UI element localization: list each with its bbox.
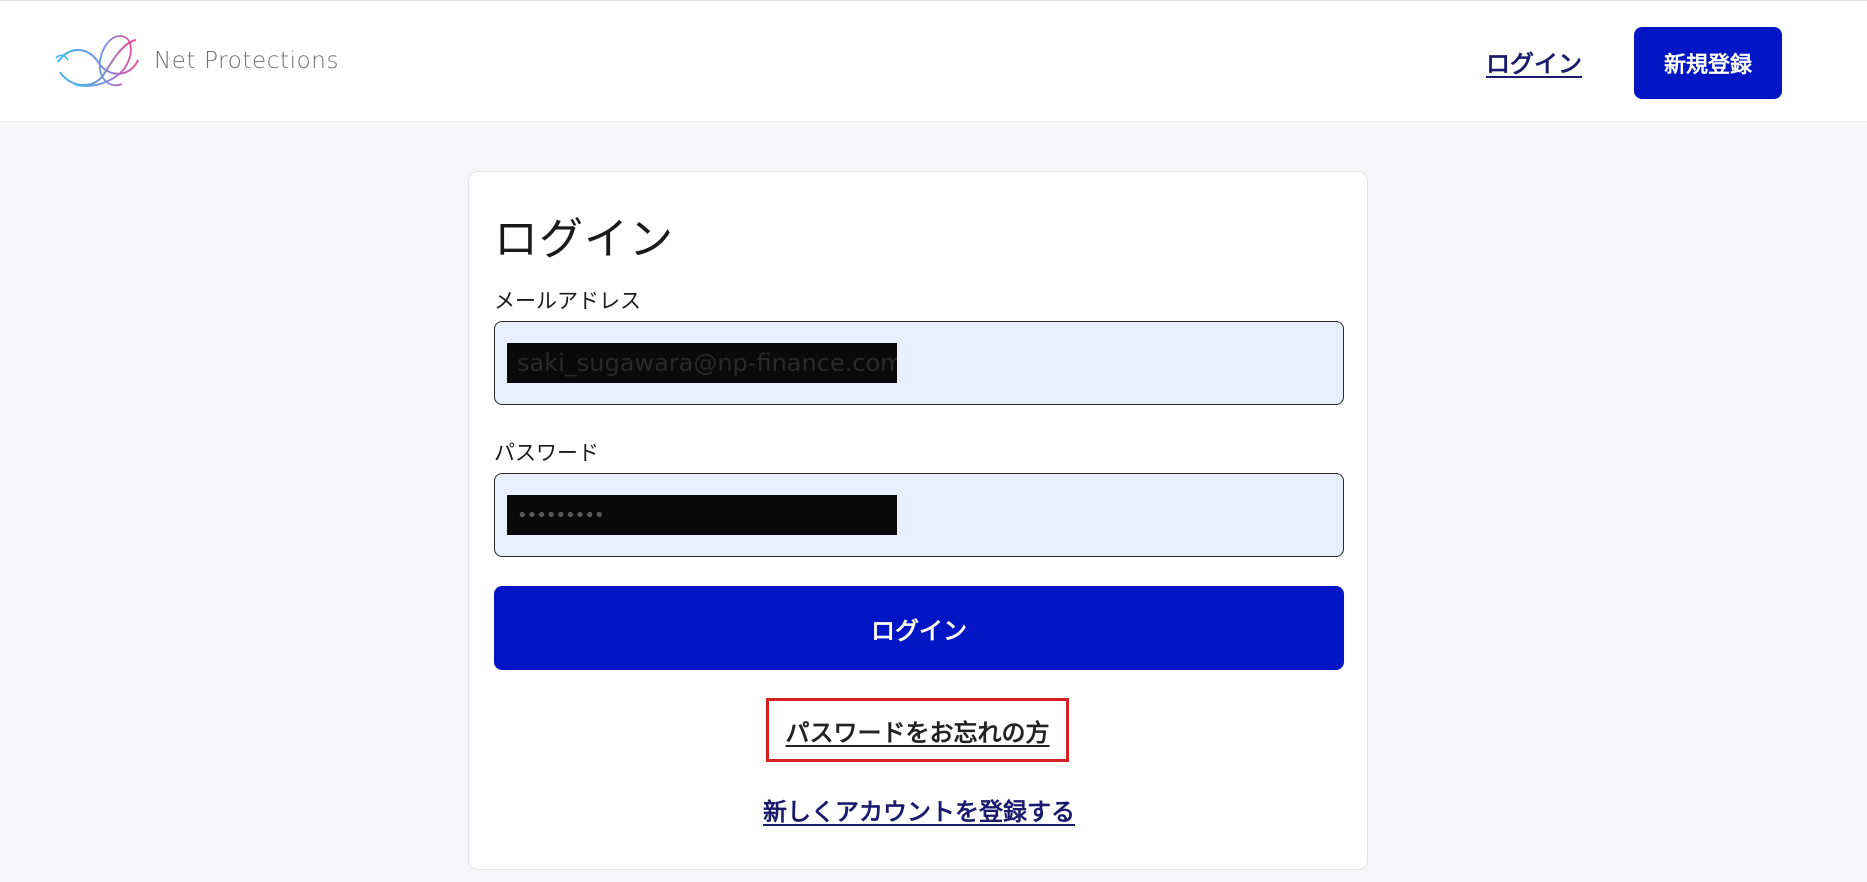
register-account-link[interactable]: 新しくアカウントを登録する <box>469 792 1369 827</box>
forgot-password-link[interactable]: パスワードをお忘れの方 <box>786 713 1050 748</box>
page-title: ログイン <box>494 214 674 265</box>
login-card: ログイン メールアドレス saki_sugawara@np-finance.co… <box>468 171 1368 870</box>
header-login-link[interactable]: ログイン <box>1486 44 1582 79</box>
top-header: Net Protections ログイン 新規登録 <box>0 0 1867 122</box>
password-value-redacted: ••••••••• <box>507 495 897 535</box>
password-field[interactable]: ••••••••• <box>494 473 1344 557</box>
email-label: メールアドレス <box>494 289 641 313</box>
forgot-password-highlight: パスワードをお忘れの方 <box>766 698 1069 762</box>
signup-button[interactable]: 新規登録 <box>1634 27 1782 99</box>
email-value-redacted: saki_sugawara@np-finance.com <box>507 343 897 383</box>
password-label: パスワード <box>494 441 599 465</box>
brand-name: Net Protections <box>154 48 340 74</box>
net-protections-logo-icon <box>55 35 139 87</box>
login-submit-button[interactable]: ログイン <box>494 586 1344 670</box>
brand-logo[interactable]: Net Protections <box>54 31 339 91</box>
email-field[interactable]: saki_sugawara@np-finance.com <box>494 321 1344 405</box>
